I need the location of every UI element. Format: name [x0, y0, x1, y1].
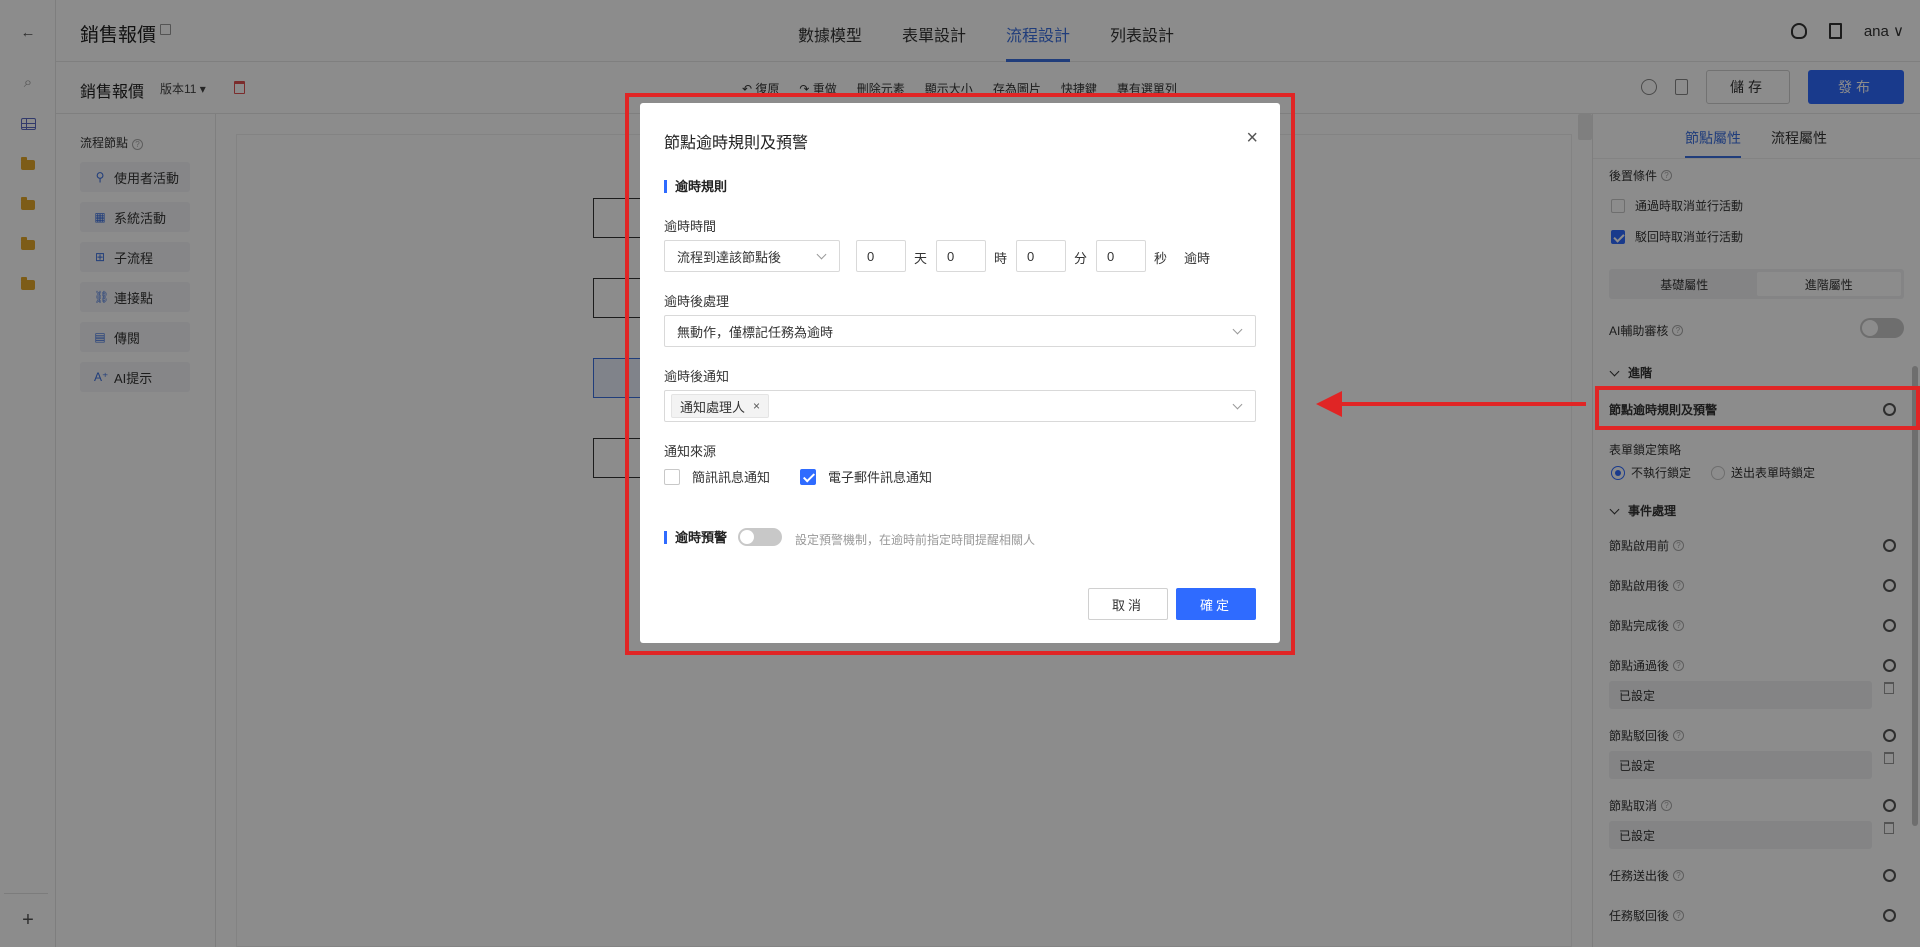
arrow-head-icon — [1316, 391, 1342, 417]
close-icon[interactable]: × — [1246, 128, 1258, 148]
timeout-time-label: 逾時時間 — [664, 219, 717, 234]
section-timeout-rule: 逾時規則 — [664, 180, 727, 193]
timeout-rule-dialog: 節點逾時規則及預警 × 逾時規則 逾時時間 流程到達該節點後 0 天 0 時 0… — [640, 103, 1280, 643]
timeout-suffix: 逾時 — [1184, 251, 1211, 266]
close-icon[interactable]: × — [753, 399, 760, 413]
highlight-box-timeout-row — [1595, 386, 1920, 430]
checkbox-label: 電子郵件訊息通知 — [828, 470, 933, 485]
chevron-down-icon — [816, 249, 827, 260]
after-action-select[interactable]: 無動作，僅標記任務為逾時 — [664, 315, 1256, 347]
checkbox-checked[interactable] — [800, 468, 816, 485]
notify-tag: 通知處理人 × — [671, 394, 770, 418]
seconds-input[interactable]: 0 — [1096, 240, 1146, 272]
tag-label: 通知處理人 — [680, 399, 746, 415]
unit-second: 秒 — [1154, 251, 1168, 266]
days-input[interactable]: 0 — [856, 240, 906, 272]
sms-checkbox[interactable]: 簡訊訊息通知 — [664, 467, 770, 486]
chevron-down-icon — [1232, 324, 1243, 335]
warning-toggle[interactable] — [738, 528, 782, 546]
arrow-annotation — [1340, 402, 1586, 406]
checkbox-label: 簡訊訊息通知 — [692, 470, 771, 485]
after-action-label: 逾時後處理 — [664, 294, 730, 309]
source-label: 通知來源 — [664, 444, 717, 459]
select-value: 流程到達該節點後 — [677, 249, 782, 265]
dialog-title: 節點逾時規則及預警 — [664, 135, 809, 152]
section-timeout-warning: 逾時預警 — [664, 531, 727, 544]
chevron-down-icon — [1232, 399, 1243, 410]
cancel-button[interactable]: 取消 — [1088, 588, 1168, 620]
email-checkbox[interactable]: 電子郵件訊息通知 — [800, 467, 932, 486]
notify-label: 逾時後通知 — [664, 369, 730, 384]
confirm-button[interactable]: 確定 — [1176, 588, 1256, 620]
warning-hint: 設定預警機制，在逾時前指定時間提醒相關人 — [795, 533, 1036, 547]
checkbox[interactable] — [664, 468, 680, 485]
notify-multiselect[interactable]: 通知處理人 × — [664, 390, 1256, 422]
unit-day: 天 — [914, 251, 928, 266]
select-value: 無動作，僅標記任務為逾時 — [677, 324, 834, 340]
timeout-basis-select[interactable]: 流程到達該節點後 — [664, 240, 840, 272]
hours-input[interactable]: 0 — [936, 240, 986, 272]
unit-minute: 分 — [1074, 251, 1088, 266]
unit-hour: 時 — [994, 251, 1008, 266]
minutes-input[interactable]: 0 — [1016, 240, 1066, 272]
